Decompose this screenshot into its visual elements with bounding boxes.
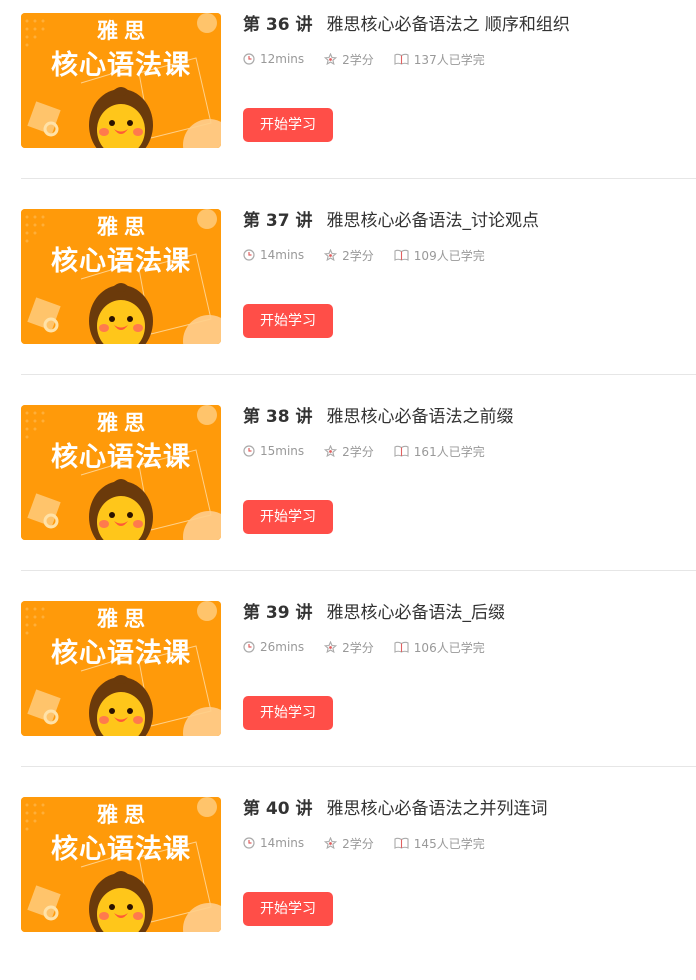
thumbnail-title-small: 雅思 bbox=[97, 607, 151, 631]
lesson-item: 雅思 核心语法课 第 38 讲雅思核心必备语法之前缀 15mins 2学分 16… bbox=[0, 392, 696, 588]
credits-text: 2学分 bbox=[342, 444, 374, 459]
start-learning-button[interactable]: 开始学习 bbox=[243, 108, 333, 142]
credits: 2学分 bbox=[324, 443, 374, 460]
completed-count: 137人已学完 bbox=[394, 51, 485, 68]
clock-icon bbox=[243, 249, 255, 261]
completed-count: 106人已学完 bbox=[394, 639, 485, 656]
thumbnail-title-small: 雅思 bbox=[97, 215, 151, 239]
star-icon bbox=[324, 53, 338, 65]
clock-icon bbox=[243, 837, 255, 849]
lesson-thumbnail[interactable]: 雅思 核心语法课 bbox=[21, 405, 221, 540]
duration-text: 26mins bbox=[260, 640, 305, 654]
thumbnail-title-small: 雅思 bbox=[97, 19, 151, 43]
lesson-title[interactable]: 第 37 讲雅思核心必备语法_讨论观点 bbox=[243, 209, 696, 233]
duration: 26mins bbox=[243, 640, 304, 654]
lesson-thumbnail[interactable]: 雅思 核心语法课 bbox=[21, 797, 221, 932]
start-learning-button[interactable]: 开始学习 bbox=[243, 500, 333, 534]
lesson-name: 雅思核心必备语法之并列连词 bbox=[326, 799, 548, 819]
lesson-name: 雅思核心必备语法之 顺序和组织 bbox=[326, 15, 570, 35]
lesson-number: 第 37 讲 bbox=[243, 211, 313, 231]
clock-icon bbox=[243, 641, 255, 653]
credits: 2学分 bbox=[324, 51, 374, 68]
lesson-number: 第 38 讲 bbox=[243, 407, 313, 427]
lesson-title[interactable]: 第 38 讲雅思核心必备语法之前缀 bbox=[243, 405, 696, 429]
book-icon bbox=[394, 53, 409, 65]
lesson-meta: 14mins 2学分 109人已学完 bbox=[243, 245, 696, 265]
star-icon bbox=[324, 837, 338, 849]
lesson-name: 雅思核心必备语法之前缀 bbox=[326, 407, 514, 427]
completed-count: 145人已学完 bbox=[394, 835, 485, 852]
book-icon bbox=[394, 445, 409, 457]
completed-text: 106人已学完 bbox=[413, 640, 485, 655]
star-icon bbox=[324, 249, 338, 261]
book-icon bbox=[394, 249, 409, 261]
start-learning-button[interactable]: 开始学习 bbox=[243, 696, 333, 730]
thumbnail-title-small: 雅思 bbox=[97, 411, 151, 435]
lesson-title[interactable]: 第 39 讲雅思核心必备语法_后缀 bbox=[243, 601, 696, 625]
clock-icon bbox=[243, 53, 255, 65]
duration: 15mins bbox=[243, 444, 304, 458]
lesson-number: 第 39 讲 bbox=[243, 603, 313, 623]
divider bbox=[21, 374, 696, 375]
lesson-meta: 12mins 2学分 137人已学完 bbox=[243, 49, 696, 69]
credits-text: 2学分 bbox=[342, 52, 374, 67]
lesson-info: 第 40 讲雅思核心必备语法之并列连词 14mins 2学分 145人已学完 开… bbox=[243, 797, 696, 926]
lesson-meta: 15mins 2学分 161人已学完 bbox=[243, 441, 696, 461]
thumbnail-title-small: 雅思 bbox=[97, 803, 151, 827]
duration: 12mins bbox=[243, 52, 304, 66]
thumbnail-title-large: 核心语法课 bbox=[51, 834, 191, 865]
lesson-item: 雅思 核心语法课 第 39 讲雅思核心必备语法_后缀 26mins 2学分 10… bbox=[0, 588, 696, 784]
completed-text: 145人已学完 bbox=[413, 836, 485, 851]
lesson-info: 第 38 讲雅思核心必备语法之前缀 15mins 2学分 161人已学完 开始学… bbox=[243, 405, 696, 534]
lesson-thumbnail[interactable]: 雅思 核心语法课 bbox=[21, 13, 221, 148]
thumbnail-title-large: 核心语法课 bbox=[51, 442, 191, 473]
lesson-thumbnail[interactable]: 雅思 核心语法课 bbox=[21, 209, 221, 344]
divider bbox=[21, 766, 696, 767]
lesson-number: 第 36 讲 bbox=[243, 15, 313, 35]
credits-text: 2学分 bbox=[342, 248, 374, 263]
credits: 2学分 bbox=[324, 247, 374, 264]
completed-text: 109人已学完 bbox=[413, 248, 485, 263]
lesson-meta: 14mins 2学分 145人已学完 bbox=[243, 833, 696, 853]
completed-count: 161人已学完 bbox=[394, 443, 485, 460]
clock-icon bbox=[243, 445, 255, 457]
credits: 2学分 bbox=[324, 835, 374, 852]
duration-text: 12mins bbox=[260, 52, 305, 66]
divider bbox=[21, 178, 696, 179]
lesson-meta: 26mins 2学分 106人已学完 bbox=[243, 637, 696, 657]
duration: 14mins bbox=[243, 836, 304, 850]
credits-text: 2学分 bbox=[342, 640, 374, 655]
start-learning-button[interactable]: 开始学习 bbox=[243, 304, 333, 338]
thumbnail-title-large: 核心语法课 bbox=[51, 246, 191, 277]
book-icon bbox=[394, 641, 409, 653]
thumbnail-title-large: 核心语法课 bbox=[51, 638, 191, 669]
star-icon bbox=[324, 445, 338, 457]
lesson-info: 第 37 讲雅思核心必备语法_讨论观点 14mins 2学分 109人已学完 开… bbox=[243, 209, 696, 338]
duration-text: 15mins bbox=[260, 444, 305, 458]
start-learning-button[interactable]: 开始学习 bbox=[243, 892, 333, 926]
lesson-item: 雅思 核心语法课 第 40 讲雅思核心必备语法之并列连词 14mins 2学分 … bbox=[0, 784, 696, 980]
lesson-thumbnail[interactable]: 雅思 核心语法课 bbox=[21, 601, 221, 736]
book-icon bbox=[394, 837, 409, 849]
lesson-item: 雅思 核心语法课 第 36 讲雅思核心必备语法之 顺序和组织 12mins 2学… bbox=[0, 0, 696, 196]
thumbnail-title-large: 核心语法课 bbox=[51, 50, 191, 81]
lesson-title[interactable]: 第 40 讲雅思核心必备语法之并列连词 bbox=[243, 797, 696, 821]
lesson-number: 第 40 讲 bbox=[243, 799, 313, 819]
completed-text: 137人已学完 bbox=[413, 52, 485, 67]
completed-count: 109人已学完 bbox=[394, 247, 485, 264]
lesson-name: 雅思核心必备语法_讨论观点 bbox=[326, 211, 540, 231]
duration: 14mins bbox=[243, 248, 304, 262]
lesson-item: 雅思 核心语法课 第 37 讲雅思核心必备语法_讨论观点 14mins 2学分 … bbox=[0, 196, 696, 392]
lesson-info: 第 36 讲雅思核心必备语法之 顺序和组织 12mins 2学分 137人已学完… bbox=[243, 13, 696, 142]
lesson-name: 雅思核心必备语法_后缀 bbox=[326, 603, 506, 623]
star-icon bbox=[324, 641, 338, 653]
lesson-title[interactable]: 第 36 讲雅思核心必备语法之 顺序和组织 bbox=[243, 13, 696, 37]
divider bbox=[21, 570, 696, 571]
credits-text: 2学分 bbox=[342, 836, 374, 851]
lesson-info: 第 39 讲雅思核心必备语法_后缀 26mins 2学分 106人已学完 开始学… bbox=[243, 601, 696, 730]
duration-text: 14mins bbox=[260, 836, 305, 850]
duration-text: 14mins bbox=[260, 248, 305, 262]
credits: 2学分 bbox=[324, 639, 374, 656]
completed-text: 161人已学完 bbox=[413, 444, 485, 459]
